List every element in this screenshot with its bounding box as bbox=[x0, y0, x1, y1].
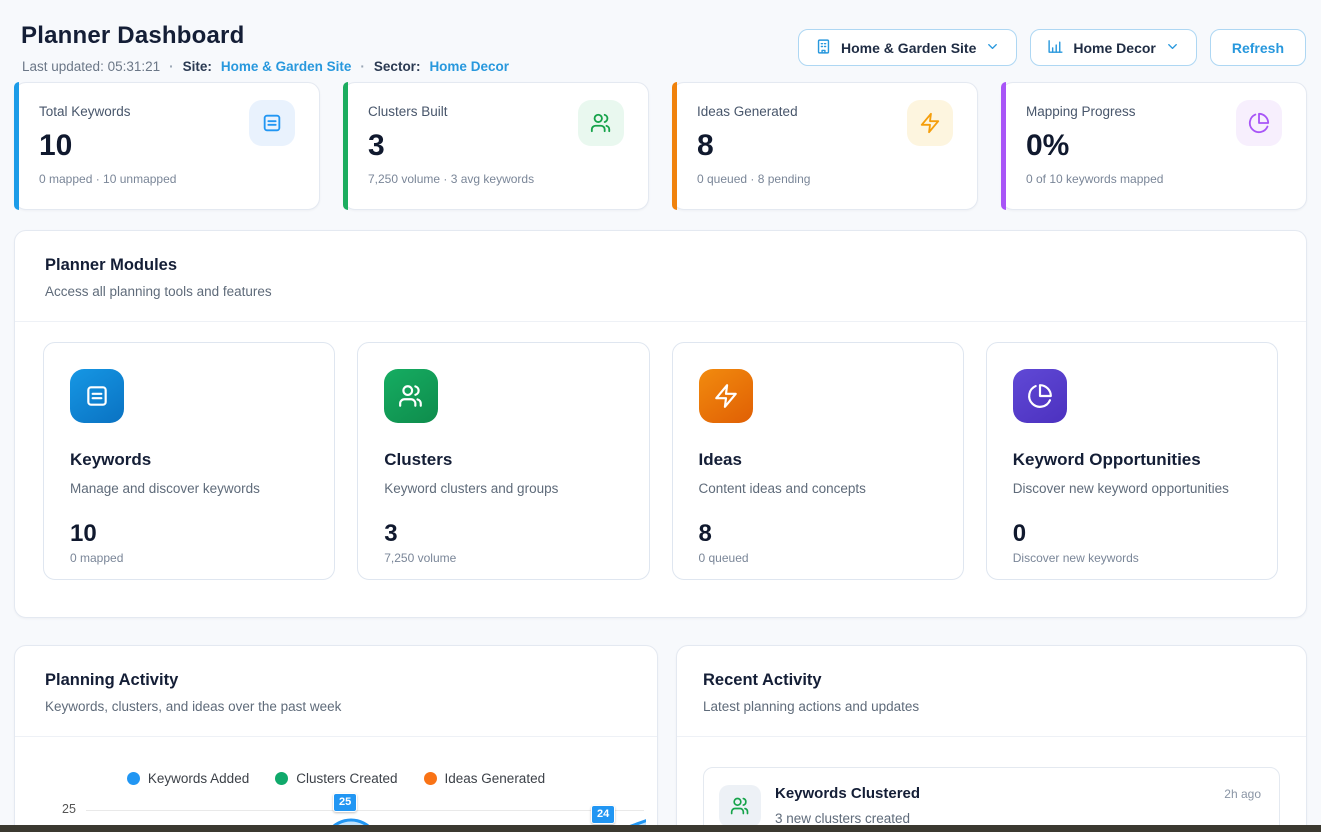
legend-dot-green bbox=[275, 772, 288, 785]
planning-activity-panel: Planning Activity Keywords, clusters, an… bbox=[14, 645, 658, 832]
refresh-button[interactable]: Refresh bbox=[1210, 29, 1306, 66]
module-grid: Keywords Manage and discover keywords 10… bbox=[15, 322, 1306, 580]
meta-row: Last updated: 05:31:21 · Site: Home & Ga… bbox=[22, 59, 509, 74]
site-link[interactable]: Home & Garden Site bbox=[221, 59, 352, 74]
site-label: Site: bbox=[183, 59, 212, 74]
chart-legend: Keywords Added Clusters Created Ideas Ge… bbox=[15, 771, 657, 786]
users-icon bbox=[384, 369, 438, 423]
activity-item-keywords-clustered[interactable]: Keywords Clustered 3 new clusters create… bbox=[703, 767, 1280, 832]
module-value: 0 bbox=[1013, 520, 1251, 548]
separator-dot: · bbox=[360, 59, 365, 74]
lightning-icon bbox=[907, 100, 953, 146]
sector-label: Sector: bbox=[374, 59, 421, 74]
site-selector-label: Home & Garden Site bbox=[841, 40, 976, 56]
module-card-keyword-opportunities[interactable]: Keyword Opportunities Discover new keywo… bbox=[986, 342, 1278, 580]
stat-sub: 0 of 10 keywords mapped bbox=[1026, 172, 1282, 186]
legend-item-clusters-created[interactable]: Clusters Created bbox=[275, 771, 397, 786]
module-value: 8 bbox=[699, 520, 937, 548]
module-card-keywords[interactable]: Keywords Manage and discover keywords 10… bbox=[43, 342, 335, 580]
module-value: 3 bbox=[384, 520, 622, 548]
module-description: Keyword clusters and groups bbox=[384, 481, 622, 496]
module-value: 10 bbox=[70, 520, 308, 548]
module-sub: 0 queued bbox=[699, 551, 937, 565]
activity-item-description: 3 new clusters created bbox=[775, 811, 1261, 826]
stat-card-clusters-built: Clusters Built 3 7,250 volume · 3 avg ke… bbox=[343, 82, 649, 210]
page-title: Planner Dashboard bbox=[21, 22, 244, 50]
legend-dot-orange bbox=[424, 772, 437, 785]
module-sub: 0 mapped bbox=[70, 551, 308, 565]
modules-panel-subtitle: Access all planning tools and features bbox=[45, 284, 1276, 299]
module-card-clusters[interactable]: Clusters Keyword clusters and groups 3 7… bbox=[357, 342, 649, 580]
chevron-down-icon bbox=[1165, 39, 1180, 57]
planner-modules-panel: Planner Modules Access all planning tool… bbox=[14, 230, 1307, 618]
refresh-button-label: Refresh bbox=[1232, 40, 1284, 56]
sector-selector-dropdown[interactable]: Home Decor bbox=[1030, 29, 1196, 66]
legend-label: Clusters Created bbox=[296, 771, 397, 786]
divider bbox=[677, 736, 1306, 737]
stat-card-ideas-generated: Ideas Generated 8 0 queued · 8 pending bbox=[672, 82, 978, 210]
legend-item-keywords-added[interactable]: Keywords Added bbox=[127, 771, 249, 786]
module-description: Content ideas and concepts bbox=[699, 481, 937, 496]
users-icon bbox=[578, 100, 624, 146]
module-sub: Discover new keywords bbox=[1013, 551, 1251, 565]
module-description: Discover new keyword opportunities bbox=[1013, 481, 1251, 496]
toolbar: Home & Garden Site Home Decor Refresh bbox=[798, 29, 1306, 66]
legend-label: Ideas Generated bbox=[445, 771, 546, 786]
activity-item-title: Keywords Clustered bbox=[775, 785, 1261, 802]
y-axis-tick: 25 bbox=[62, 802, 76, 816]
sector-selector-label: Home Decor bbox=[1073, 40, 1155, 56]
pie-chart-icon bbox=[1013, 369, 1067, 423]
module-title: Clusters bbox=[384, 450, 622, 470]
activity-panel-title: Planning Activity bbox=[45, 671, 627, 690]
activity-item-timestamp: 2h ago bbox=[1224, 787, 1261, 801]
divider bbox=[15, 736, 657, 737]
activity-panel-subtitle: Keywords, clusters, and ideas over the p… bbox=[45, 699, 627, 714]
stat-cards-row: Total Keywords 10 0 mapped · 10 unmapped… bbox=[14, 82, 1307, 210]
stat-sub: 0 queued · 8 pending bbox=[697, 172, 953, 186]
last-updated: Last updated: 05:31:21 bbox=[22, 59, 160, 74]
recent-panel-title: Recent Activity bbox=[703, 671, 1276, 690]
stat-card-mapping-progress: Mapping Progress 0% 0 of 10 keywords map… bbox=[1001, 82, 1307, 210]
sector-link[interactable]: Home Decor bbox=[429, 59, 509, 74]
separator-dot: · bbox=[169, 59, 174, 74]
module-title: Keywords bbox=[70, 450, 308, 470]
module-card-ideas[interactable]: Ideas Content ideas and concepts 8 0 que… bbox=[672, 342, 964, 580]
recent-activity-panel: Recent Activity Latest planning actions … bbox=[676, 645, 1307, 832]
data-point-label: 24 bbox=[591, 805, 615, 824]
module-description: Manage and discover keywords bbox=[70, 481, 308, 496]
legend-item-ideas-generated[interactable]: Ideas Generated bbox=[424, 771, 546, 786]
bottom-edge-bar bbox=[0, 825, 1321, 832]
chevron-down-icon bbox=[985, 39, 1000, 57]
legend-label: Keywords Added bbox=[148, 771, 249, 786]
stat-card-total-keywords: Total Keywords 10 0 mapped · 10 unmapped bbox=[14, 82, 320, 210]
legend-dot-blue bbox=[127, 772, 140, 785]
pie-chart-icon bbox=[1236, 100, 1282, 146]
planner-dashboard: Planner Dashboard Last updated: 05:31:21… bbox=[0, 0, 1321, 832]
bar-chart-icon bbox=[1047, 38, 1064, 58]
stat-sub: 7,250 volume · 3 avg keywords bbox=[368, 172, 624, 186]
site-selector-dropdown[interactable]: Home & Garden Site bbox=[798, 29, 1017, 66]
lightning-icon bbox=[699, 369, 753, 423]
recent-panel-subtitle: Latest planning actions and updates bbox=[703, 699, 1276, 714]
module-sub: 7,250 volume bbox=[384, 551, 622, 565]
users-icon bbox=[719, 785, 761, 827]
module-title: Ideas bbox=[699, 450, 937, 470]
data-point-label: 25 bbox=[333, 793, 357, 812]
module-title: Keyword Opportunities bbox=[1013, 450, 1251, 470]
modules-panel-title: Planner Modules bbox=[45, 256, 1276, 275]
stat-sub: 0 mapped · 10 unmapped bbox=[39, 172, 295, 186]
document-icon bbox=[249, 100, 295, 146]
building-icon bbox=[815, 38, 832, 58]
document-icon bbox=[70, 369, 124, 423]
